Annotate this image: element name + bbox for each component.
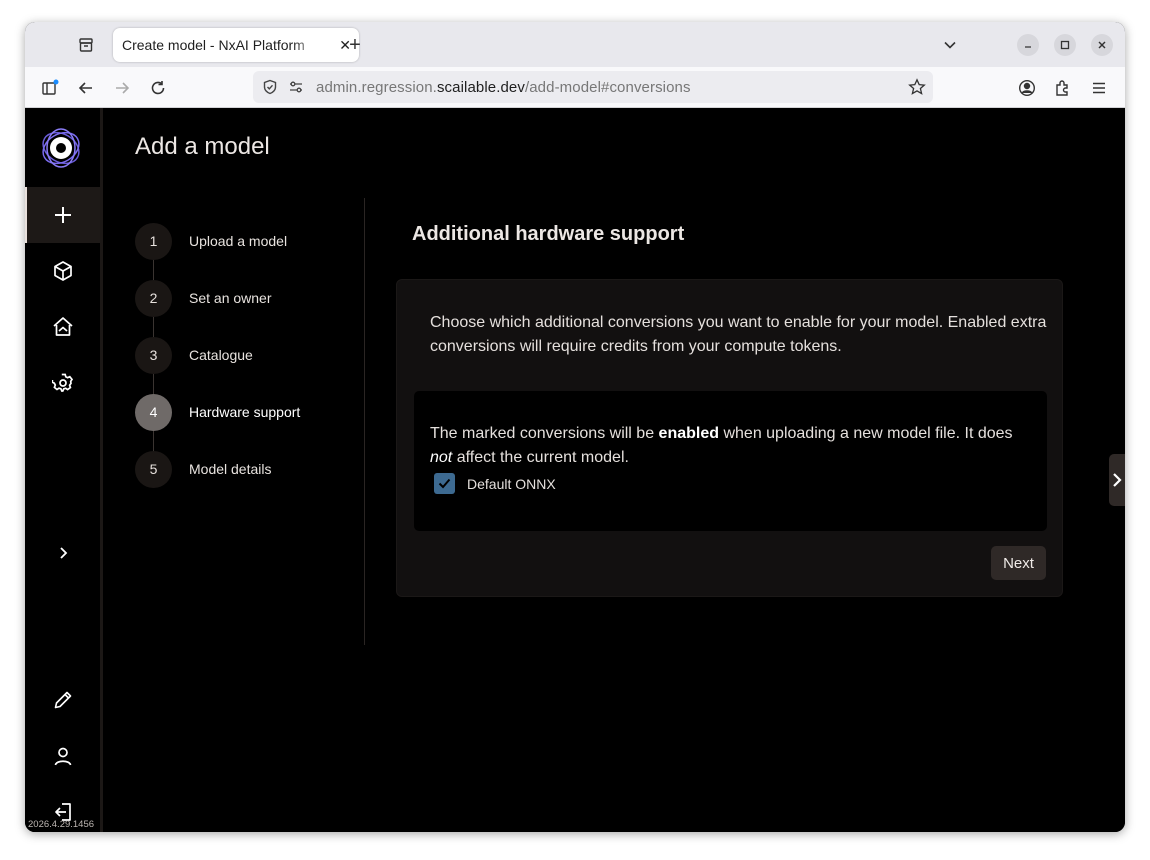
home-icon bbox=[53, 317, 73, 336]
step-number: 5 bbox=[135, 450, 172, 488]
conversion-option-default-onnx[interactable]: Default ONNX bbox=[434, 473, 556, 494]
sidebar-item-account[interactable] bbox=[25, 728, 101, 784]
url-path: /add-model#conversions bbox=[524, 79, 691, 96]
back-icon[interactable] bbox=[73, 75, 99, 101]
tab-title: Create model - NxAI Platform bbox=[122, 37, 305, 53]
nxai-logo[interactable] bbox=[39, 126, 83, 170]
account-icon[interactable] bbox=[1014, 75, 1040, 101]
url-prefix: admin.regression. bbox=[316, 79, 437, 96]
sidebar-item-home[interactable] bbox=[25, 299, 101, 355]
default-onnx-checkbox[interactable] bbox=[434, 473, 455, 494]
step-label: Catalogue bbox=[189, 347, 253, 363]
site-settings-icon[interactable] bbox=[288, 79, 304, 100]
version-label: 2026.4.29.1456 bbox=[28, 819, 95, 830]
hardware-support-card: Choose which additional conversions you … bbox=[396, 279, 1063, 597]
card-description: Choose which additional conversions you … bbox=[430, 314, 1047, 355]
gear-icon bbox=[52, 373, 74, 392]
navigation-bar: admin.regression.scailable.dev/add-model… bbox=[25, 67, 1125, 108]
notice-italic: not bbox=[430, 449, 453, 466]
step-label: Set an owner bbox=[189, 290, 272, 306]
step-label: Model details bbox=[189, 461, 272, 477]
step-catalogue[interactable]: 3 Catalogue bbox=[135, 336, 253, 374]
url-bar[interactable]: admin.regression.scailable.dev/add-model… bbox=[253, 71, 933, 103]
step-number: 4 bbox=[135, 393, 172, 431]
menu-icon[interactable] bbox=[1086, 75, 1112, 101]
step-upload-model[interactable]: 1 Upload a model bbox=[135, 222, 287, 260]
user-icon bbox=[54, 747, 72, 766]
sidebar-item-models[interactable] bbox=[25, 243, 101, 299]
step-set-owner[interactable]: 2 Set an owner bbox=[135, 279, 272, 317]
chevron-down-icon[interactable] bbox=[936, 31, 964, 59]
step-label: Upload a model bbox=[189, 233, 288, 249]
sidebar-item-settings[interactable] bbox=[25, 355, 101, 411]
forward-icon[interactable] bbox=[109, 75, 135, 101]
maximize-button[interactable] bbox=[1054, 34, 1076, 56]
step-model-details[interactable]: 5 Model details bbox=[135, 450, 272, 488]
notice-bold: enabled bbox=[658, 425, 720, 442]
close-window-button[interactable] bbox=[1091, 34, 1113, 56]
sidebar-expand-button[interactable] bbox=[25, 525, 101, 581]
minimize-button[interactable] bbox=[1017, 34, 1039, 56]
next-button[interactable]: Next bbox=[991, 546, 1046, 580]
chevron-right-icon bbox=[60, 547, 68, 559]
bookmark-star-icon[interactable] bbox=[908, 78, 926, 101]
url-domain: scailable.dev bbox=[436, 79, 525, 96]
conversion-notice: The marked conversions will be enabled w… bbox=[430, 422, 1030, 470]
cube-icon bbox=[54, 261, 72, 281]
tab-list-icon[interactable] bbox=[72, 31, 100, 59]
url-text: admin.regression.scailable.dev/add-model… bbox=[316, 79, 691, 96]
step-hardware-support[interactable]: 4 Hardware support bbox=[135, 393, 300, 431]
tab-create-model[interactable]: Create model - NxAI Platform ✕ bbox=[113, 28, 359, 62]
sidebar-item-add[interactable] bbox=[25, 187, 101, 243]
new-tab-button[interactable]: + bbox=[341, 31, 369, 59]
sidebar-item-edit[interactable] bbox=[25, 672, 101, 728]
tab-bar: Create model - NxAI Platform ✕ + bbox=[25, 22, 1125, 67]
extensions-icon[interactable] bbox=[1050, 75, 1076, 101]
chevron-right-icon bbox=[1113, 473, 1122, 487]
page-title: Add a model bbox=[135, 133, 270, 160]
reload-icon[interactable] bbox=[145, 75, 171, 101]
sidebar-divider bbox=[100, 108, 103, 832]
app-area: 2026.4.29.1456 Add a model 1 Upload a mo… bbox=[25, 108, 1125, 832]
conversions-box: The marked conversions will be enabled w… bbox=[414, 391, 1047, 531]
step-number: 1 bbox=[135, 222, 172, 260]
content-divider bbox=[364, 198, 365, 645]
sidebar: 2026.4.29.1456 bbox=[25, 108, 101, 832]
pencil-icon bbox=[54, 691, 72, 709]
step-number: 2 bbox=[135, 279, 172, 317]
notice-after: affect the current model. bbox=[452, 449, 629, 466]
notice-before: The marked conversions will be bbox=[430, 425, 659, 442]
step-label: Hardware support bbox=[189, 404, 301, 420]
default-onnx-label: Default ONNX bbox=[467, 475, 556, 492]
browser-window: Create model - NxAI Platform ✕ + admin.r… bbox=[25, 22, 1125, 832]
step-number: 3 bbox=[135, 336, 172, 374]
notice-middle: when uploading a new model file. It does bbox=[719, 425, 1013, 442]
right-panel-toggle[interactable] bbox=[1109, 454, 1125, 506]
sidebar-toggle-icon[interactable] bbox=[37, 75, 63, 101]
section-title: Additional hardware support bbox=[412, 223, 685, 245]
shield-icon[interactable] bbox=[262, 79, 278, 100]
checkmark-icon bbox=[438, 478, 451, 489]
plus-icon bbox=[55, 207, 71, 223]
